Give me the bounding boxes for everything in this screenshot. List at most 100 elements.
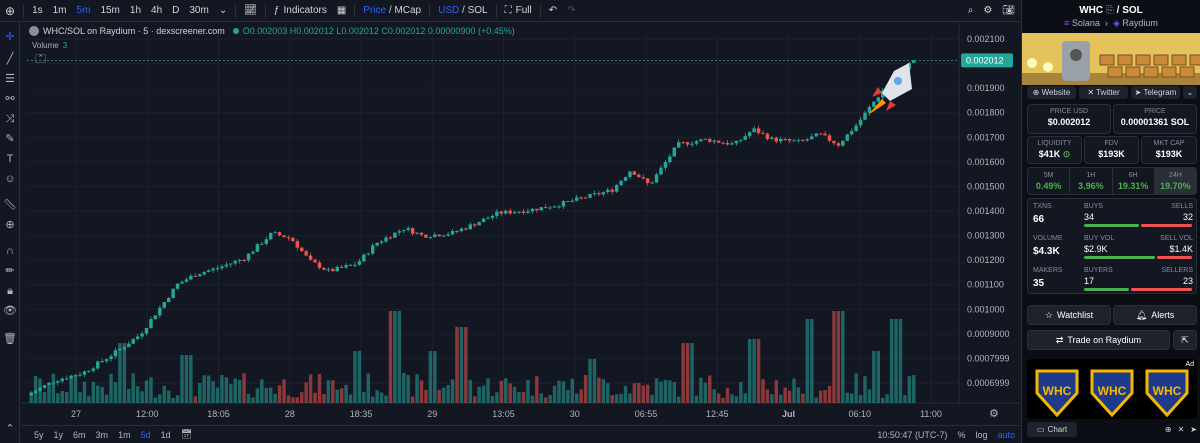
interval-1h[interactable]: 1h [125, 0, 146, 22]
fib-retracement-icon[interactable]: ☰ [3, 72, 17, 86]
telegram-icon[interactable]: ➤ [1190, 425, 1197, 434]
candle-body [535, 208, 539, 211]
telegram-link[interactable]: ➤ Telegram [1131, 86, 1180, 99]
range-1d[interactable]: 1d [156, 430, 176, 440]
change-tab-6h[interactable]: 6H 19.31% [1112, 168, 1155, 194]
trade-button[interactable]: ⇄ Trade on Raydium [1027, 330, 1170, 350]
chevron-down-icon[interactable]: ⌄ [214, 0, 232, 22]
price-mcap-toggle[interactable]: Price / MCap [358, 0, 426, 22]
token-banner-image [1022, 33, 1200, 85]
pair-quote: SOL [1122, 5, 1143, 16]
price-chart[interactable]: 0.0021000.0020000.0019000.0018000.001700… [21, 23, 1020, 425]
external-link-button[interactable]: ⇱ [1173, 330, 1197, 350]
quick-search-icon[interactable]: ⌕ [963, 0, 979, 22]
mcap-value: $193K [1155, 149, 1183, 159]
volume-bar [849, 393, 854, 403]
chart-tab[interactable]: ▭ Chart [1027, 421, 1078, 437]
y-tick-label: 0.001900 [967, 83, 1005, 93]
interval-d[interactable]: D [167, 0, 184, 22]
redo-icon[interactable]: ↷ [562, 0, 580, 22]
volume-bar [907, 376, 912, 403]
interval-15m[interactable]: 15m [95, 0, 124, 22]
chain-name[interactable]: Solana [1072, 18, 1100, 28]
range-6m[interactable]: 6m [68, 430, 91, 440]
globe-icon[interactable]: ⊕ [1165, 425, 1172, 434]
twitter-link[interactable]: ✕ Twitter [1079, 86, 1128, 99]
add-symbol-icon[interactable]: ⊕ [0, 0, 20, 22]
volume-bar [770, 394, 774, 403]
clock-time[interactable]: 10:50:47 (UTC-7) [872, 430, 952, 440]
volume-bar [317, 373, 322, 403]
copy-icon[interactable]: ⎘ [1103, 5, 1117, 16]
volume-bar [739, 381, 743, 403]
range-5y[interactable]: 5y [29, 430, 49, 440]
ruler-icon[interactable]: 📏︎ [3, 198, 17, 212]
change-tab-24h[interactable]: 24H 19.70% [1154, 168, 1196, 194]
volume-bar [113, 381, 118, 403]
interval-1m[interactable]: 1m [48, 0, 72, 22]
interval-30m[interactable]: 30m [184, 0, 213, 22]
percent-scale-toggle[interactable]: % [952, 430, 970, 440]
interval-5m[interactable]: 5m [72, 0, 96, 22]
change-tab-5m[interactable]: 5M 0.49% [1028, 168, 1071, 194]
range-1m[interactable]: 1m [113, 430, 136, 440]
buyers-sellers-bar [1084, 288, 1192, 291]
candle-body [206, 270, 211, 273]
candle-body [637, 174, 641, 178]
trash-icon[interactable]: 🗑︎ [3, 332, 17, 346]
volume-bar [233, 378, 237, 403]
change-value: 19.31% [1117, 181, 1149, 191]
date-range-icon[interactable]: 📅︎ [176, 429, 197, 440]
emoji-icon[interactable]: ☺ [3, 172, 17, 186]
settings-gear-icon[interactable]: ⚙ [978, 0, 997, 22]
log-scale-toggle[interactable]: log [970, 430, 992, 440]
chart-type-icon[interactable]: 📈︎ [239, 0, 262, 22]
magnet-icon[interactable]: ∩ [3, 244, 17, 258]
currency-toggle[interactable]: USD / SOL [433, 0, 492, 22]
lock-check-icon[interactable]: ⊙ [1063, 149, 1071, 159]
more-links-button[interactable]: ⌄ [1183, 86, 1197, 99]
change-tab-1h[interactable]: 1H 3.96% [1070, 168, 1113, 194]
x-twitter-icon[interactable]: ✕ [1178, 425, 1185, 434]
range-3m[interactable]: 3m [91, 430, 114, 440]
undo-icon[interactable]: ↶ [544, 0, 562, 22]
zoom-in-icon[interactable]: ⊕ [3, 218, 17, 232]
expand-panel-icon[interactable]: ⌃ [3, 422, 17, 436]
website-link[interactable]: ⊕ Website [1027, 86, 1076, 99]
candle-body [765, 133, 770, 140]
brush-icon[interactable]: ✎ [3, 132, 17, 146]
camera-snapshot-icon[interactable]: 📷︎ [997, 0, 1020, 22]
candle-body [424, 234, 428, 238]
crosshair-icon[interactable]: ✛ [3, 30, 17, 44]
ad-banner[interactable]: Ad WHC WHC WHC [1027, 359, 1197, 419]
pair-title: WHC ⎘ / SOL [1022, 5, 1200, 16]
lock-drawings-icon[interactable]: ✏︎ [3, 264, 17, 278]
time-axis-settings-icon[interactable]: ⚙ [989, 407, 999, 420]
volume-bar [393, 311, 397, 403]
auto-scale-toggle[interactable]: auto [992, 430, 1020, 440]
range-5d[interactable]: 5d [136, 430, 156, 440]
pitchfork-icon[interactable]: ⚯ [3, 92, 17, 106]
text-tool-icon[interactable]: T [3, 152, 17, 166]
fdv-card: FDV $193K [1084, 136, 1139, 164]
interval-1s[interactable]: 1s [27, 0, 48, 22]
fullscreen-button[interactable]: ⛶ Full [500, 0, 537, 22]
range-1y[interactable]: 1y [49, 430, 69, 440]
collapse-legend-icon[interactable]: ⌃ [35, 54, 46, 63]
dex-name[interactable]: Raydium [1122, 18, 1158, 28]
watchlist-button[interactable]: ☆ Watchlist [1027, 305, 1111, 325]
live-dot-icon [232, 28, 239, 34]
layout-icon[interactable]: ▦ [332, 0, 351, 22]
ad-tag: Ad [1185, 361, 1194, 368]
eye-icon[interactable]: 👁︎ [3, 304, 17, 318]
volume-bar [543, 397, 548, 403]
trend-line-icon[interactable]: ╱ [3, 52, 17, 66]
lock-icon[interactable]: 🔒︎ [3, 284, 17, 298]
alerts-button[interactable]: 🔔︎ Alerts [1113, 305, 1197, 325]
indicators-button[interactable]: ƒ Indicators [269, 0, 332, 22]
volume-bar [858, 395, 863, 403]
candle-body [783, 138, 787, 140]
candle-body [406, 228, 410, 230]
interval-4h[interactable]: 4h [146, 0, 167, 22]
pattern-icon[interactable]: ⤨ [3, 112, 17, 126]
